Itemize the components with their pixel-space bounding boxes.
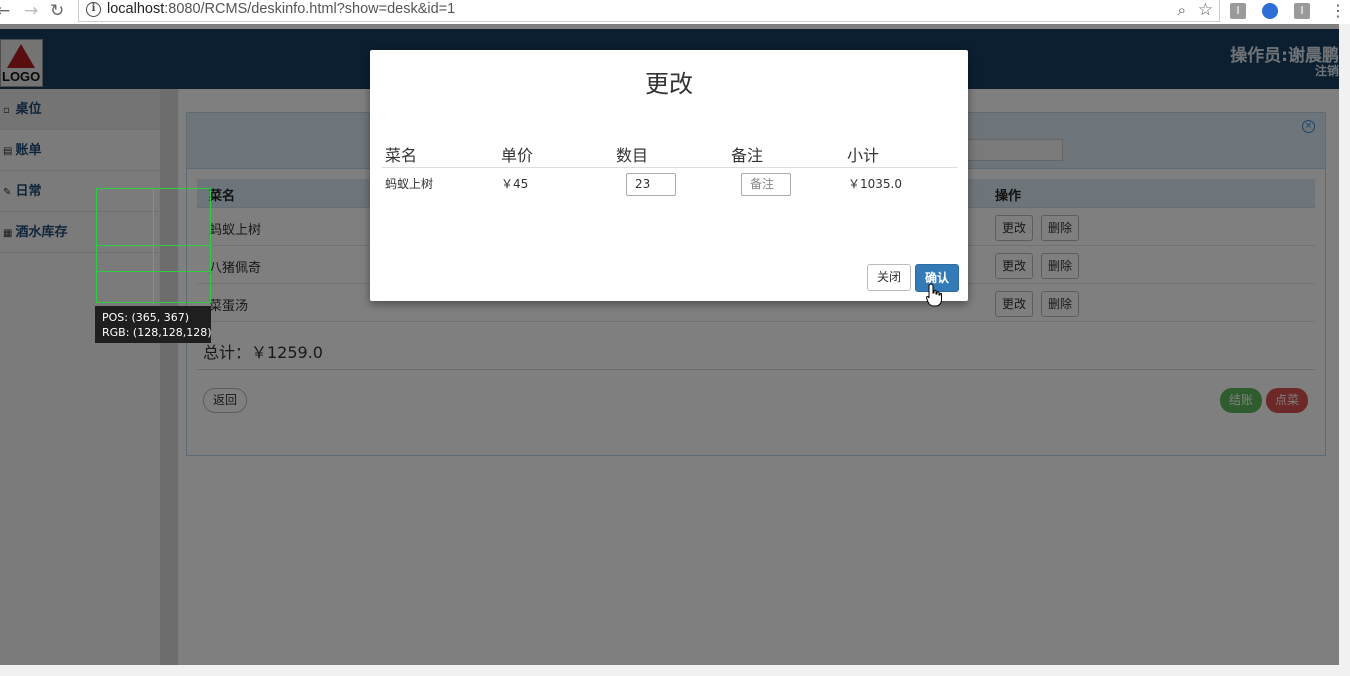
edit-dialog: 更改 菜名 单价 数目 备注 小计 蚂蚁上树 ￥45 23 备注 ￥1035.0… — [370, 50, 968, 301]
close-button[interactable]: 关闭 — [867, 264, 912, 291]
browser-menu-icon[interactable]: ⋮ — [1330, 1, 1346, 20]
dish-name: 蚂蚁上树 — [385, 177, 434, 191]
reload-button[interactable]: ↻ — [50, 1, 64, 21]
grid-line — [97, 271, 212, 272]
extension-icon[interactable]: I — [1230, 3, 1246, 19]
extension-icon-2[interactable]: I — [1294, 3, 1310, 19]
picker-position: POS: (365, 367) — [102, 311, 190, 324]
grid-line — [153, 189, 154, 304]
header-divider — [382, 167, 958, 168]
url-path: :8080/RCMS/deskinfo.html?show=desk&id=1 — [164, 1, 456, 17]
search-extension-icon[interactable] — [1262, 3, 1278, 19]
address-bar[interactable]: i localhost:8080/RCMS/deskinfo.html?show… — [78, 0, 1220, 22]
info-icon[interactable]: i — [86, 2, 101, 17]
window-scrollbar-right — [1339, 24, 1350, 665]
url-host: localhost — [107, 1, 165, 17]
column-dish-name: 菜名 — [385, 146, 418, 165]
color-picker-grid — [96, 188, 212, 304]
unit-price: ￥45 — [501, 177, 529, 191]
column-subtotal: 小计 — [847, 146, 880, 165]
color-picker-tooltip: POS: (365, 367) RGB: (128,128,128) — [95, 306, 211, 343]
bookmark-star-icon[interactable]: ☆ — [1198, 0, 1213, 20]
forward-button[interactable]: → — [24, 1, 38, 21]
subtotal: ￥1035.0 — [848, 177, 902, 191]
note-input[interactable]: 备注 — [741, 173, 791, 196]
column-unit-price: 单价 — [501, 146, 534, 165]
grid-line — [97, 245, 212, 246]
hand-cursor-icon — [926, 283, 942, 307]
column-note: 备注 — [731, 146, 764, 165]
browser-toolbar: ← → ↻ i localhost:8080/RCMS/deskinfo.htm… — [0, 0, 1350, 24]
back-button[interactable]: ← — [0, 1, 10, 21]
url-text: localhost:8080/RCMS/deskinfo.html?show=d… — [107, 1, 455, 17]
picker-rgb: RGB: (128,128,128) — [102, 326, 212, 339]
quantity-input[interactable]: 23 — [626, 173, 676, 196]
zoom-icon[interactable]: ⌕ — [1178, 1, 1186, 19]
column-quantity: 数目 — [616, 146, 649, 165]
dialog-title: 更改 — [645, 70, 693, 98]
window-bottom-edge — [0, 665, 1350, 676]
